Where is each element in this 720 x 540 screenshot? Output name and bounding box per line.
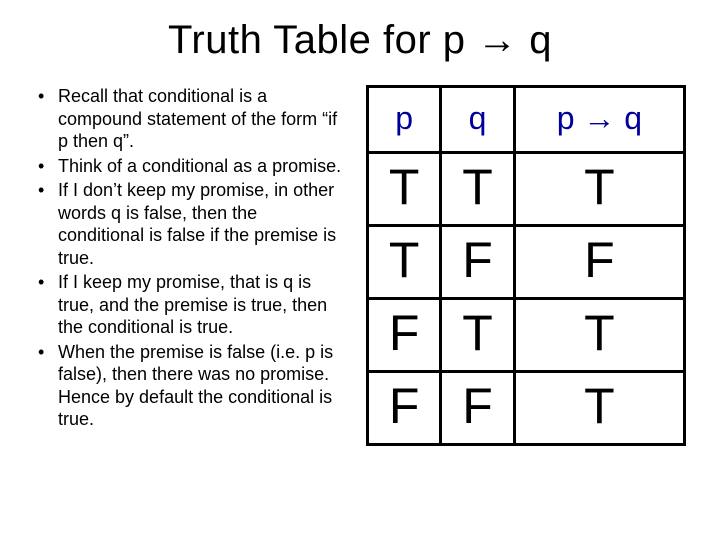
table-header-row: p q p → q [368,87,685,153]
list-item: If I keep my promise, that is q is true,… [30,271,342,339]
slide: Truth Table for p → q Recall that condit… [0,0,720,540]
truth-table: p q p → q T T T T F F [366,85,686,446]
col-header-q: q [441,87,514,153]
table-row: F T T [368,299,685,372]
list-item: When the premise is false (i.e. p is fal… [30,341,342,431]
bullet-panel: Recall that conditional is a compound st… [30,85,342,433]
cell: T [514,299,684,372]
page-title: Truth Table for p → q [30,18,690,63]
list-item: Recall that conditional is a compound st… [30,85,342,153]
bullet-list: Recall that conditional is a compound st… [30,85,342,431]
cell: T [368,226,441,299]
cell: T [441,299,514,372]
table-row: T T T [368,153,685,226]
cell: F [368,299,441,372]
list-item: If I don’t keep my promise, in other wor… [30,179,342,269]
cell: T [441,153,514,226]
cell: F [514,226,684,299]
list-item: Think of a conditional as a promise. [30,155,342,178]
cell: T [514,153,684,226]
table-row: F F T [368,372,685,445]
col-header-pimpq: p → q [514,87,684,153]
col-header-p: p [368,87,441,153]
cell: T [368,153,441,226]
content-row: Recall that conditional is a compound st… [30,85,690,446]
table-row: T F F [368,226,685,299]
cell: T [514,372,684,445]
cell: F [368,372,441,445]
cell: F [441,372,514,445]
table-panel: p q p → q T T T T F F [366,85,690,446]
cell: F [441,226,514,299]
